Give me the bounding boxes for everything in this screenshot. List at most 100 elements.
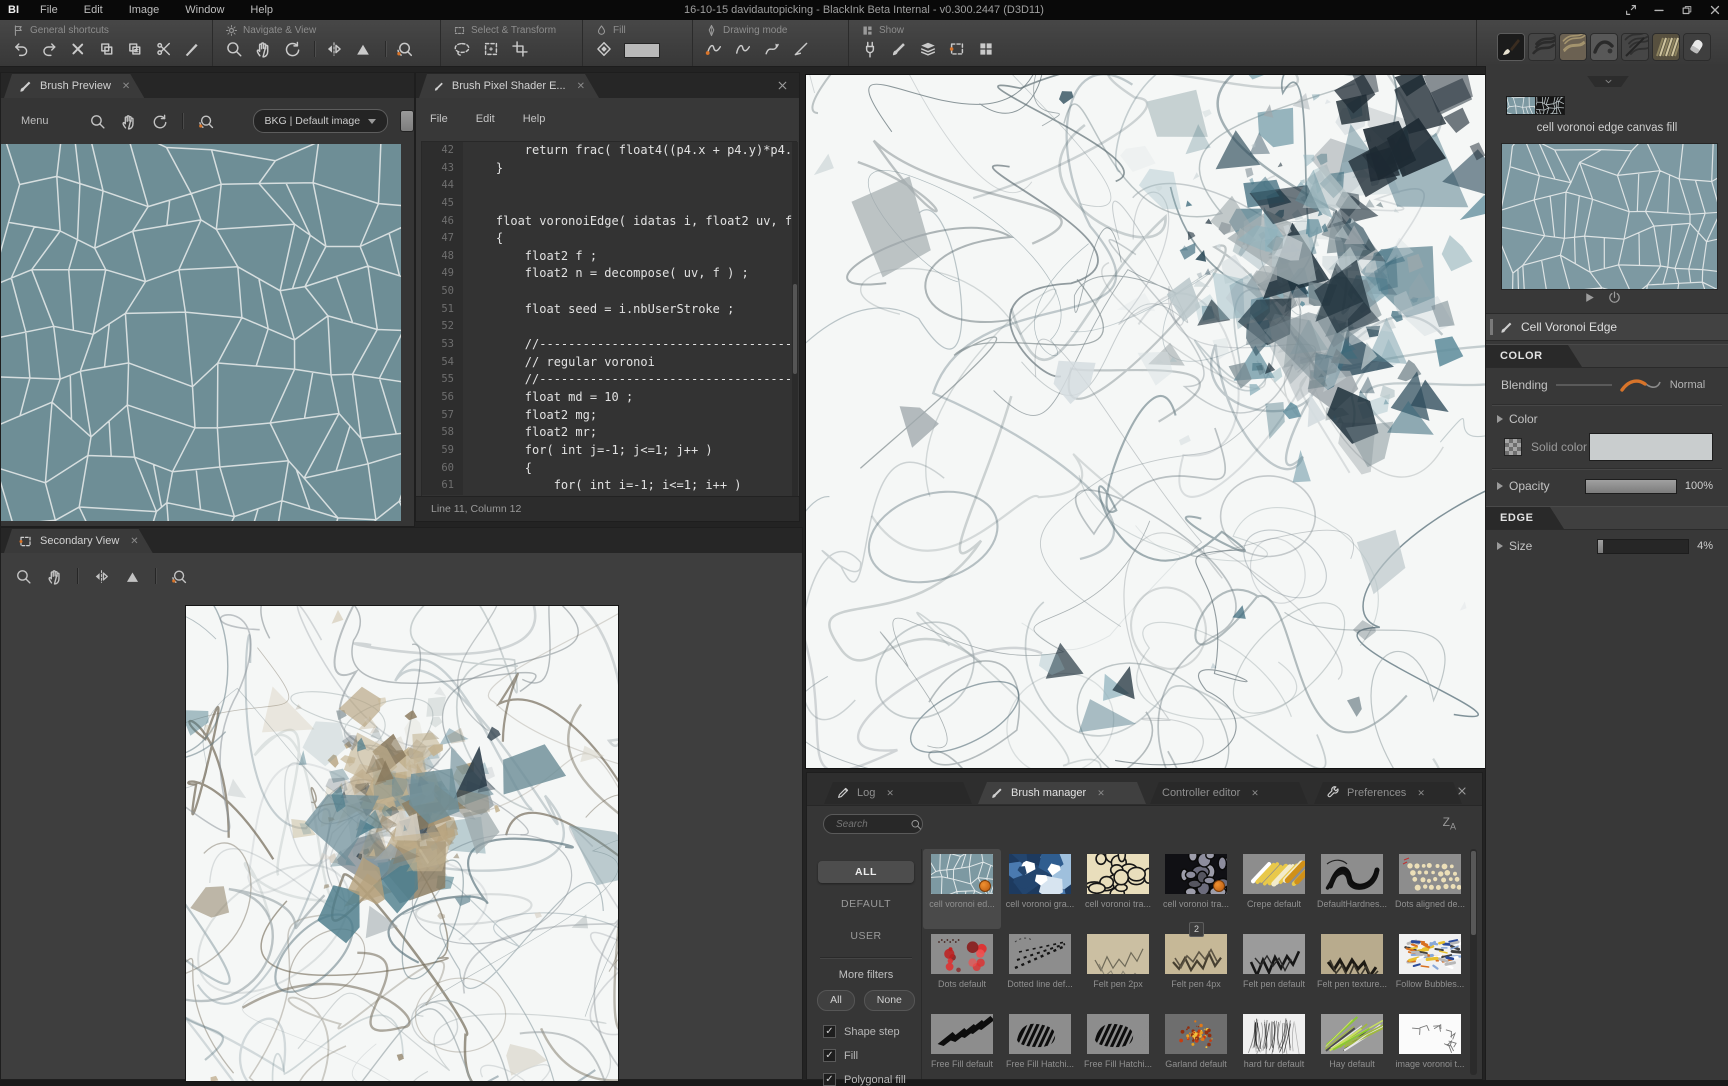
window-close-icon[interactable]: [776, 79, 789, 92]
tab-controller-editor[interactable]: Controller editor✕: [1150, 782, 1308, 804]
preview-swatch-button[interactable]: [400, 110, 414, 132]
preset-tex-dark[interactable]: [1528, 33, 1556, 61]
brush-item[interactable]: Felt pen default: [1235, 929, 1313, 1009]
preset-paintbrush[interactable]: [1497, 33, 1525, 61]
rotate-view-icon[interactable]: [151, 113, 168, 130]
brush-item[interactable]: hard fur default: [1235, 1009, 1313, 1079]
opacity-slider[interactable]: [1585, 479, 1677, 494]
brush-item[interactable]: Free Fill default: [923, 1009, 1001, 1079]
search-input[interactable]: [834, 818, 910, 831]
menu-edit[interactable]: Edit: [73, 2, 114, 18]
stroke-loop-o-icon[interactable]: [705, 40, 723, 58]
detach-icon[interactable]: [1624, 3, 1638, 17]
paste-layer-icon[interactable]: [126, 40, 144, 58]
tab-brush-manager[interactable]: Brush manager✕: [978, 782, 1146, 804]
tab-log[interactable]: Log✕: [824, 782, 972, 804]
tab-edge-section[interactable]: EDGE: [1486, 507, 1564, 529]
active-color-swatch[interactable]: [624, 43, 660, 58]
stroke-loop-icon[interactable]: [734, 40, 752, 58]
brush-item[interactable]: Felt pen 2px: [1079, 929, 1157, 1009]
brush-item[interactable]: cell voronoi tra...: [1079, 849, 1157, 929]
code-scrollbar[interactable]: [792, 142, 798, 498]
brush-item[interactable]: Follow Bubbles...: [1391, 929, 1469, 1009]
fit-view-icon[interactable]: [354, 40, 372, 58]
preset-tex-diag[interactable]: [1621, 33, 1649, 61]
brush-stroke-preview[interactable]: [1501, 143, 1718, 290]
magnifier-icon[interactable]: [225, 40, 243, 58]
close-icon[interactable]: [1708, 3, 1722, 17]
brush-item[interactable]: Crepe default: [1235, 849, 1313, 929]
brush-item[interactable]: DefaultHardnes...: [1313, 849, 1391, 929]
expand-caret-icon[interactable]: [1497, 415, 1503, 423]
close-icon[interactable]: ✕: [886, 788, 894, 799]
panel-close-icon[interactable]: [1456, 785, 1468, 797]
mirror-flip-icon[interactable]: [93, 568, 110, 585]
brush-item[interactable]: Dotted line def...: [1001, 929, 1079, 1009]
close-icon[interactable]: ✕: [130, 536, 138, 547]
brush-item[interactable]: Felt pen texture...: [1313, 929, 1391, 1009]
grid-squares-icon[interactable]: [977, 40, 995, 58]
brush-item[interactable]: Dots default: [923, 929, 1001, 1009]
checkbox-icon[interactable]: ✓: [823, 1025, 836, 1038]
stroke-curve-icon[interactable]: [763, 40, 781, 58]
filter-fill[interactable]: ✓Fill: [823, 1049, 921, 1062]
brush-item[interactable]: 2Felt pen 4px: [1157, 929, 1235, 1009]
tab-preferences[interactable]: Preferences✕: [1314, 782, 1462, 804]
tab-color-section[interactable]: COLOR: [1486, 345, 1582, 367]
close-icon[interactable]: ✕: [1417, 788, 1425, 799]
preset-tex-swoosh[interactable]: [1590, 33, 1618, 61]
mirror-flip-icon[interactable]: [325, 40, 343, 58]
category-default[interactable]: DEFAULT: [818, 893, 914, 915]
category-all[interactable]: ALL: [818, 861, 914, 883]
category-user[interactable]: USER: [818, 925, 914, 947]
fit-view-icon[interactable]: [124, 568, 141, 585]
maximize-icon[interactable]: [1680, 3, 1694, 17]
brush-variant-swatch-2[interactable]: [1535, 96, 1565, 115]
close-icon[interactable]: ✕: [122, 81, 130, 92]
close-icon[interactable]: ✕: [577, 81, 585, 92]
menu-button[interactable]: Menu: [21, 115, 49, 127]
copy-layer-icon[interactable]: [98, 40, 116, 58]
close-icon[interactable]: ✕: [1097, 788, 1105, 799]
code-editor[interactable]: 42 return frac( float4((p4.x + p4.y)*p4.…: [421, 141, 797, 501]
brush-preview-canvas[interactable]: [1, 144, 401, 521]
play-icon[interactable]: [1581, 290, 1596, 305]
crop-icon[interactable]: [511, 40, 529, 58]
preset-tex-feather[interactable]: [1652, 33, 1680, 61]
stroke-angle-icon[interactable]: [792, 40, 810, 58]
preset-eraser[interactable]: [1683, 33, 1711, 61]
close-icon[interactable]: ✕: [1251, 788, 1259, 799]
tab-brush-preview[interactable]: Brush Preview ✕: [4, 74, 144, 98]
redo-icon[interactable]: [41, 40, 59, 58]
menu-image[interactable]: Image: [118, 2, 171, 18]
rotate-view-icon[interactable]: [283, 40, 301, 58]
hand-icon[interactable]: [46, 568, 63, 585]
checker-swatch-icon[interactable]: [1504, 438, 1522, 456]
ink-knife-icon[interactable]: [183, 40, 201, 58]
scissors-icon[interactable]: [155, 40, 173, 58]
menu-window[interactable]: Window: [174, 2, 235, 18]
search-field[interactable]: [823, 814, 923, 834]
brush-pen-icon[interactable]: [890, 40, 908, 58]
secondary-view-canvas[interactable]: [186, 606, 618, 1081]
tab-secondary-view[interactable]: Secondary View ✕: [4, 529, 153, 553]
lasso-icon[interactable]: [453, 40, 471, 58]
background-select[interactable]: BKG | Default image: [253, 109, 389, 133]
transform-box-icon[interactable]: [482, 40, 500, 58]
blending-value[interactable]: Normal: [1670, 379, 1705, 391]
quick-filter-none[interactable]: None: [864, 990, 915, 1011]
grid-scrollbar[interactable]: [1470, 849, 1477, 1075]
hand-icon[interactable]: [254, 40, 272, 58]
filter-shape-step[interactable]: ✓Shape step: [823, 1025, 921, 1038]
checkbox-icon[interactable]: ✓: [823, 1049, 836, 1062]
brush-item[interactable]: cell voronoi tra...: [1157, 849, 1235, 929]
magnifier-icon[interactable]: [15, 568, 32, 585]
brush-item[interactable]: Hay default: [1313, 1009, 1391, 1079]
frame-select-icon[interactable]: [948, 40, 966, 58]
brush-item[interactable]: cell voronoi gra...: [1001, 849, 1079, 929]
zoom-reset-icon[interactable]: [198, 113, 215, 130]
brush-item[interactable]: cell voronoi ed...: [923, 849, 1001, 929]
delete-cross-icon[interactable]: [69, 40, 87, 58]
preset-tex-tan[interactable]: [1559, 33, 1587, 61]
solid-color-value[interactable]: [1589, 433, 1713, 461]
